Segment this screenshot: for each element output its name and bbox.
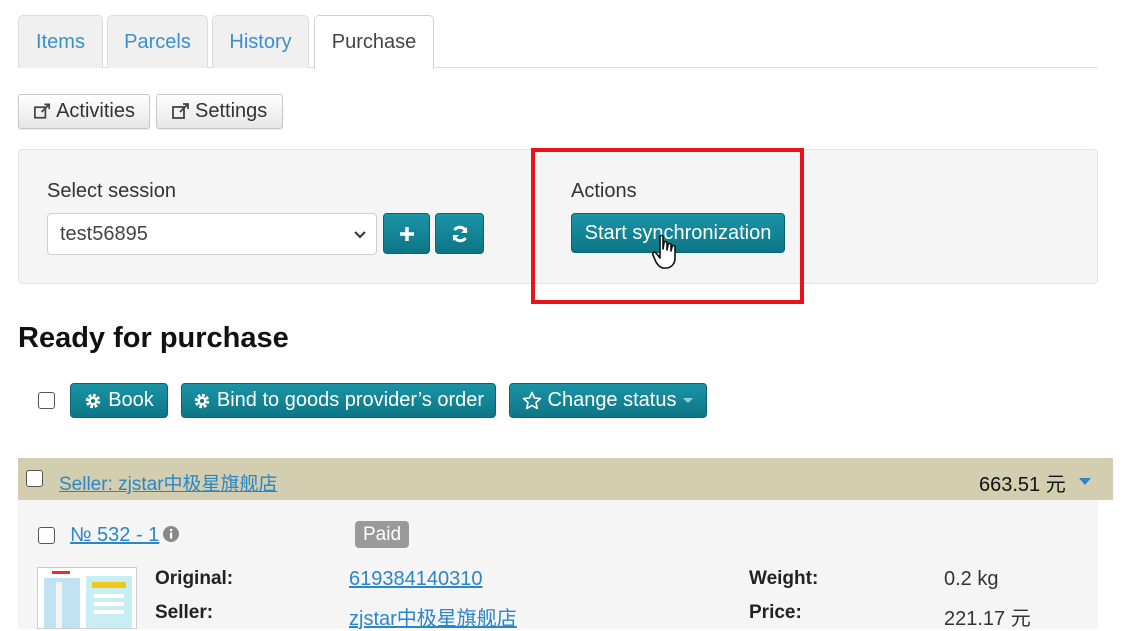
caret-down-icon — [683, 397, 694, 403]
product-image — [38, 568, 136, 628]
select-all-checkbox[interactable] — [38, 392, 55, 409]
activities-button[interactable]: Activities — [18, 94, 150, 129]
external-link-icon — [172, 102, 189, 119]
info-icon[interactable] — [162, 525, 180, 543]
bind-provider-order-button[interactable]: Bind to goods provider’s order — [181, 383, 496, 418]
seller-total: 663.51 元 — [979, 474, 1066, 496]
session-select[interactable]: test56895 — [47, 213, 377, 255]
refresh-icon — [452, 225, 467, 242]
external-link-icon — [34, 103, 51, 119]
weight-value: 0.2 kg — [944, 568, 999, 590]
section-title: Ready for purchase — [18, 322, 289, 354]
tab-parcels[interactable]: Parcels — [107, 15, 208, 68]
plus-icon — [399, 226, 414, 241]
seller-label: Seller: — [155, 602, 214, 623]
price-label: Price: — [749, 602, 802, 623]
weight-label: Weight: — [749, 568, 819, 589]
tab-history[interactable]: History — [212, 15, 309, 68]
chevron-down-icon — [354, 231, 366, 239]
tab-bar: Items Parcels History Purchase — [18, 15, 1098, 69]
settings-button[interactable]: Settings — [156, 94, 283, 129]
tab-items[interactable]: Items — [18, 15, 103, 68]
order-number-link[interactable]: № 532 - 1 — [70, 524, 159, 547]
order-checkbox[interactable] — [38, 527, 55, 544]
select-session-label: Select session — [47, 180, 176, 202]
status-badge: Paid — [355, 521, 410, 548]
original-link[interactable]: 619384140310 — [349, 568, 482, 591]
refresh-session-button[interactable] — [435, 213, 484, 254]
highlight-frame — [531, 148, 804, 304]
caret-down-icon[interactable] — [1078, 477, 1092, 486]
tab-purchase[interactable]: Purchase — [314, 15, 434, 69]
add-session-button[interactable] — [383, 213, 430, 254]
star-icon — [522, 391, 541, 409]
gear-icon — [194, 393, 210, 408]
gear-icon — [85, 393, 101, 408]
original-label: Original: — [155, 568, 234, 589]
order-seller-link[interactable]: zjstar中极星旗舰店 — [349, 602, 517, 631]
price-value: 221.17 元 — [944, 608, 1031, 630]
seller-group-checkbox[interactable] — [26, 470, 43, 487]
change-status-button[interactable]: Change status — [509, 383, 707, 418]
product-thumbnail — [37, 567, 137, 629]
seller-link[interactable]: Seller: zjstar中极星旗舰店 — [59, 469, 278, 496]
book-button[interactable]: Book — [70, 383, 168, 418]
